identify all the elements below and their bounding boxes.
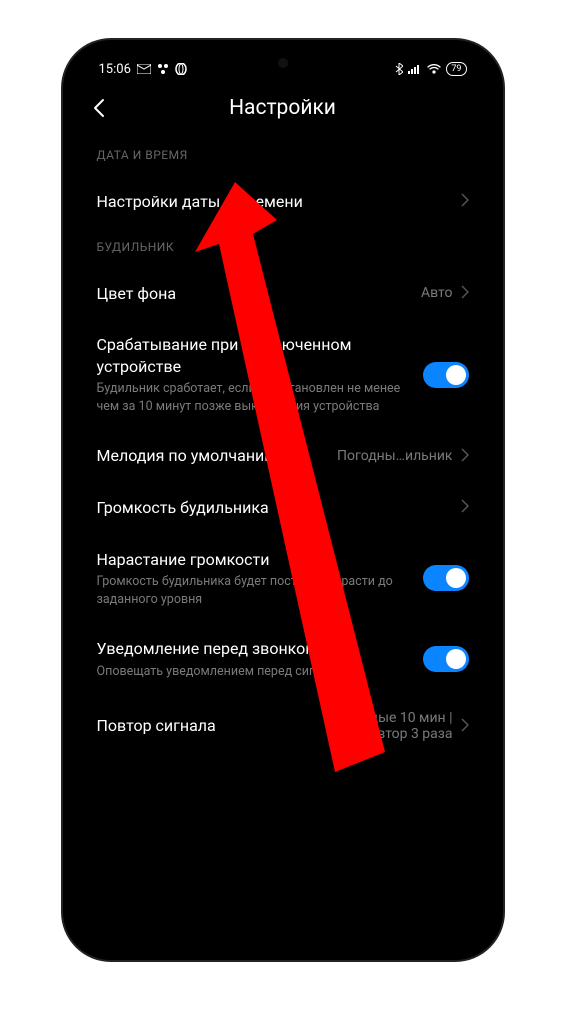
- repeat-signal-label: Повтор сигнала: [97, 715, 301, 737]
- page-title: Настройки: [93, 96, 473, 120]
- trigger-off-label: Срабатывание при выключенном устройстве: [97, 334, 411, 377]
- alarm-volume-row[interactable]: Громкость будильника: [97, 482, 469, 534]
- default-melody-label: Мелодия по умолчанию: [97, 445, 326, 467]
- back-button[interactable]: [93, 98, 105, 118]
- signal-icon: [408, 64, 422, 74]
- content: ДАТА И ВРЕМЯ Настройки даты и времени БУ…: [75, 136, 491, 932]
- bg-color-label: Цвет фона: [97, 283, 410, 305]
- wifi-icon: [427, 64, 441, 74]
- datetime-settings-row[interactable]: Настройки даты и времени: [97, 176, 469, 228]
- chevron-right-icon: [461, 447, 469, 466]
- volume-increase-row[interactable]: Нарастание громкости Громкость будильник…: [97, 534, 469, 624]
- trigger-off-row[interactable]: Срабатывание при выключенном устройстве …: [97, 319, 469, 430]
- default-melody-value: Погодны…ильник: [337, 448, 452, 464]
- alarm-volume-label: Громкость будильника: [97, 497, 441, 519]
- trigger-off-toggle[interactable]: [423, 362, 469, 388]
- trigger-off-subtitle: Будильник сработает, если он установлен …: [97, 380, 411, 415]
- chevron-right-icon: [461, 498, 469, 517]
- apps-icon: [157, 63, 169, 75]
- volume-increase-subtitle: Громкость будильника будет постепенно ра…: [97, 573, 411, 608]
- volume-increase-toggle[interactable]: [423, 565, 469, 591]
- default-melody-row[interactable]: Мелодия по умолчанию Погодны…ильник: [97, 430, 469, 482]
- notify-before-toggle[interactable]: [423, 646, 469, 672]
- notify-before-label: Уведомление перед звонком: [97, 638, 411, 660]
- chevron-right-icon: [461, 284, 469, 303]
- status-left: 15:06: [99, 62, 187, 77]
- status-right: 79: [395, 62, 466, 76]
- battery-value: 79: [451, 64, 461, 74]
- datetime-settings-label: Настройки даты и времени: [97, 191, 441, 213]
- mail-icon: [137, 64, 151, 74]
- repeat-signal-row[interactable]: Повтор сигнала Каждые 10 мин | Повтор 3 …: [97, 695, 469, 757]
- chevron-right-icon: [461, 717, 469, 736]
- status-time: 15:06: [99, 62, 131, 77]
- phone-notch: [238, 52, 328, 76]
- opera-icon: [175, 63, 187, 75]
- bg-color-value: Авто: [421, 285, 453, 301]
- section-header-alarm: БУДИЛЬНИК: [97, 228, 469, 268]
- phone-screen: 15:06: [75, 52, 491, 948]
- battery-indicator: 79: [446, 62, 466, 76]
- repeat-signal-value: Каждые 10 мин | Повтор 3 раза: [313, 710, 453, 742]
- bluetooth-icon: [395, 63, 403, 75]
- notify-before-row[interactable]: Уведомление перед звонком Оповещать увед…: [97, 623, 469, 695]
- volume-increase-label: Нарастание громкости: [97, 549, 411, 571]
- header: Настройки: [75, 82, 491, 136]
- chevron-right-icon: [461, 192, 469, 211]
- notify-before-subtitle: Оповещать уведомлением перед сигналами: [97, 663, 411, 681]
- bg-color-row[interactable]: Цвет фона Авто: [97, 268, 469, 320]
- phone-frame: 15:06: [63, 40, 503, 960]
- section-header-datetime: ДАТА И ВРЕМЯ: [97, 136, 469, 176]
